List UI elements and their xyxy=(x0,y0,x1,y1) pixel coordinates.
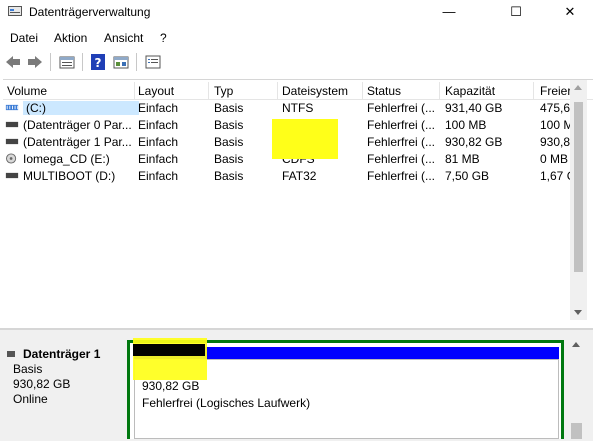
column-volume[interactable]: Volume xyxy=(7,84,132,98)
redaction-highlight xyxy=(272,119,338,159)
disk-name: Datenträger 1 xyxy=(23,347,101,361)
column-divider[interactable] xyxy=(134,82,135,100)
column-status[interactable]: Status xyxy=(367,84,437,98)
title-bar: Datenträgerverwaltung — ☐ ✕ xyxy=(0,0,593,24)
volume-icon xyxy=(5,172,19,179)
menu-bar: Datei Aktion Ansicht ? xyxy=(0,26,593,48)
help-icon[interactable]: ? xyxy=(90,54,106,70)
column-divider[interactable] xyxy=(439,82,440,100)
cell-dateisystem: FAT32 xyxy=(282,169,317,183)
svg-text:?: ? xyxy=(95,56,102,70)
cell-kapazitaet: 930,82 GB xyxy=(445,135,503,149)
cell-status: Fehlerfrei (... xyxy=(367,152,436,166)
disk-management-icon xyxy=(8,6,22,16)
cell-layout: Einfach xyxy=(138,118,179,132)
scrollbar-track xyxy=(566,338,587,439)
cell-typ: Basis xyxy=(214,101,244,115)
cell-kapazitaet: 931,40 GB xyxy=(445,101,503,115)
toolbar-separator xyxy=(82,53,83,71)
console-icon[interactable] xyxy=(145,54,161,70)
vertical-scrollbar[interactable] xyxy=(570,80,587,320)
cell-volume: MULTIBOOT (D:) xyxy=(23,169,116,183)
cell-layout: Einfach xyxy=(138,152,179,166)
cell-volume: Iomega_CD (E:) xyxy=(23,152,110,166)
column-typ[interactable]: Typ xyxy=(214,84,274,98)
menu-ansicht[interactable]: Ansicht xyxy=(104,31,143,45)
column-kapazitaet[interactable]: Kapazität xyxy=(445,84,530,98)
disk-info[interactable]: Datenträger 1 Basis 930,82 GB Online xyxy=(5,338,121,439)
cell-layout: Einfach xyxy=(138,135,179,149)
volume-list: Volume Layout Typ Dateisystem Status Kap… xyxy=(3,79,593,406)
volume-striped-icon xyxy=(5,104,19,111)
cell-volume: (Datenträger 1 Par... xyxy=(23,135,132,149)
cell-layout: Einfach xyxy=(138,101,179,115)
column-divider[interactable] xyxy=(362,82,363,100)
cell-status: Fehlerfrei (... xyxy=(367,101,436,115)
cell-typ: Basis xyxy=(214,152,244,166)
toolbar-separator xyxy=(50,53,51,71)
cd-drive-icon xyxy=(6,153,17,164)
table-row[interactable]: MULTIBOOT (D:) Einfach Basis FAT32 Fehlerfre… xyxy=(3,167,593,184)
menu-help[interactable]: ? xyxy=(160,31,167,45)
maximize-button[interactable]: ☐ xyxy=(493,0,539,24)
column-divider[interactable] xyxy=(208,82,209,100)
disk-size: 930,82 GB xyxy=(13,377,71,391)
cell-kapazitaet: 7,50 GB xyxy=(445,169,490,183)
cell-status: Fehlerfrei (... xyxy=(367,118,436,132)
forward-arrow-icon[interactable] xyxy=(27,54,43,70)
properties-icon[interactable] xyxy=(59,54,75,70)
cell-status: Fehlerfrei (... xyxy=(367,169,436,183)
volume-icon xyxy=(5,138,19,145)
cell-layout: Einfach xyxy=(138,169,179,183)
cell-typ: Basis xyxy=(214,169,244,183)
minimize-button[interactable]: — xyxy=(426,0,472,24)
cell-kapazitaet: 100 MB xyxy=(445,118,487,132)
partition-status: Fehlerfrei (Logisches Laufwerk) xyxy=(142,396,311,410)
disk-type: Basis xyxy=(13,362,43,376)
cell-typ: Basis xyxy=(214,118,244,132)
column-dateisystem[interactable]: Dateisystem xyxy=(282,84,360,98)
table-row[interactable]: (C:) Einfach Basis NTFS Fehlerfrei (... 931,4… xyxy=(3,99,593,116)
cell-dateisystem: NTFS xyxy=(282,101,314,115)
window-title: Datenträgerverwaltung xyxy=(29,5,151,19)
toolbar: ? xyxy=(0,50,593,74)
cell-typ: Basis xyxy=(214,135,244,149)
menu-aktion[interactable]: Aktion xyxy=(54,31,87,45)
column-divider[interactable] xyxy=(533,82,534,100)
back-arrow-icon[interactable] xyxy=(5,54,21,70)
scrollbar-track xyxy=(570,80,587,320)
cell-volume: (Datenträger 0 Par... xyxy=(23,118,132,132)
volume-icon xyxy=(5,121,19,128)
redaction-block xyxy=(133,344,205,356)
partition-size: 930,82 GB xyxy=(142,379,200,393)
cell-volume: (C:) xyxy=(23,101,139,115)
column-divider[interactable] xyxy=(277,82,278,100)
cell-kapazitaet: 81 MB xyxy=(445,152,480,166)
disk-state: Online xyxy=(13,392,48,406)
cell-status: Fehlerfrei (... xyxy=(367,135,436,149)
disk-view-icon[interactable] xyxy=(113,54,129,70)
toolbar-separator xyxy=(136,53,137,71)
menu-datei[interactable]: Datei xyxy=(10,31,38,45)
disk-pane-scrollbar[interactable] xyxy=(566,338,587,439)
column-layout[interactable]: Layout xyxy=(138,84,206,98)
close-button[interactable]: ✕ xyxy=(547,0,593,24)
list-header: Volume Layout Typ Dateisystem Status Kap… xyxy=(3,82,593,100)
disk-icon xyxy=(7,351,15,357)
